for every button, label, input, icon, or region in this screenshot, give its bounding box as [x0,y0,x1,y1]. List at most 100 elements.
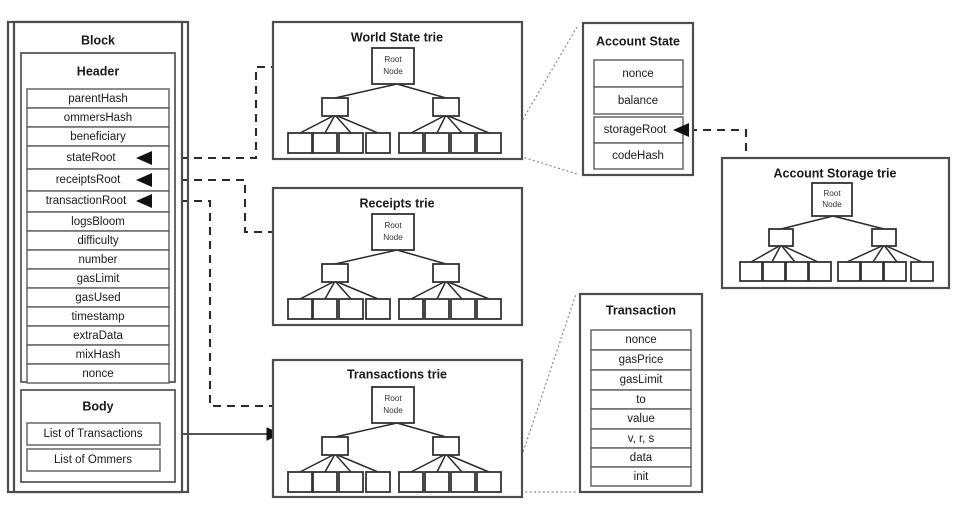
trie-branch-node[interactable] [321,263,349,283]
body-field-label: List of Transactions [43,428,142,440]
trie-branch-node[interactable] [432,436,460,456]
trie-leaf-node[interactable] [338,471,364,493]
account-state-field-label: codeHash [612,150,664,162]
header-field-label: receiptsRoot [56,174,121,186]
trie-leaf-node[interactable] [287,132,313,154]
world-state-trie-title: World State trie [351,30,443,44]
diagram-canvas: Block Header parentHash ommersHash benef… [0,0,960,514]
transaction-title: Transaction [606,303,676,317]
transaction: Transaction nonce gasPrice gasLimit to v… [578,292,704,494]
trie-root-node-label-line2: Node [383,67,403,76]
header-field-label: stateRoot [66,152,116,164]
trie-leaf-node[interactable] [883,261,907,282]
transactions-trie-title: Transactions trie [347,367,447,381]
trie-leaf-node[interactable] [365,298,391,320]
trie-leaf-node[interactable] [287,298,313,320]
transaction-field-label: data [630,452,653,464]
trie-leaf-node[interactable] [450,132,476,154]
trie-leaf-node[interactable] [312,132,338,154]
trie-leaf-node[interactable] [424,132,450,154]
trie-leaf-node[interactable] [450,471,476,493]
transaction-field-label: gasPrice [619,354,664,366]
account-state-field-label: storageRoot [604,124,667,136]
trie-root-node-label-line1: Root [384,394,402,403]
transaction-field-label: gasLimit [620,374,664,386]
header-field-label: difficulty [77,235,119,247]
body-field-label: List of Ommers [54,454,132,466]
trie-root-node-label-line2: Node [822,200,842,209]
trie-leaf-node[interactable] [424,471,450,493]
header-field-label: gasLimit [77,273,121,285]
trie-branch-node[interactable] [432,97,460,117]
header-field-label: logsBloom [71,216,125,228]
trie-root-node-label-line2: Node [383,233,403,242]
account-state-field-label: nonce [622,68,653,80]
trie-leaf-node[interactable] [476,298,502,320]
header-field-label: ommersHash [64,112,132,124]
header-field-label: nonce [82,368,113,380]
connector-worldstate-leaf-accountstate-bottom [515,154,578,175]
receipts-trie-title: Receipts trie [359,196,434,210]
header-field-label: extraData [73,330,123,342]
trie-branch-node[interactable] [871,228,897,247]
account-state: Account State nonce balance storageRoot … [581,21,695,177]
transaction-field-label: value [627,413,655,425]
trie-root-node-label-line2: Node [383,406,403,415]
trie-leaf-node[interactable] [476,132,502,154]
header-title: Header [77,64,120,78]
trie-leaf-node[interactable] [312,298,338,320]
trie-root-node-label-line1: Root [823,189,841,198]
header-field-label: number [79,254,118,266]
trie-leaf-node[interactable] [739,261,763,282]
trie-root-node-label-line1: Root [384,55,402,64]
transaction-field-label: init [634,471,650,483]
header-field-label: beneficiary [70,131,126,143]
trie-leaf-node[interactable] [365,132,391,154]
trie-root-node-label-line1: Root [384,221,402,230]
world-state-trie: World State trie Root Node [271,20,524,161]
transaction-field-label: to [636,394,646,406]
header-field-label: transactionRoot [46,195,127,207]
receipts-trie: Receipts trie Root Node [271,186,524,327]
trie-leaf-node[interactable] [398,298,424,320]
trie-branch-node[interactable] [432,263,460,283]
transaction-field-label: v, r, s [628,433,655,445]
trie-root-node[interactable] [371,386,415,424]
trie-leaf-node[interactable] [762,261,786,282]
trie-leaf-node[interactable] [450,298,476,320]
block-title: Block [81,33,115,47]
header-field-label: gasUsed [75,292,120,304]
trie-leaf-node[interactable] [365,471,391,493]
trie-leaf-node[interactable] [338,298,364,320]
trie-leaf-node[interactable] [312,471,338,493]
trie-leaf-node[interactable] [860,261,884,282]
block-container: Block Header parentHash ommersHash benef… [6,20,190,494]
trie-branch-node[interactable] [321,97,349,117]
body-title: Body [82,399,113,413]
trie-leaf-node[interactable] [808,261,832,282]
trie-leaf-node[interactable] [424,298,450,320]
header-field-label: timestamp [71,311,124,323]
transaction-field-label: nonce [625,334,656,346]
trie-leaf-node[interactable] [398,132,424,154]
trie-root-node[interactable] [371,213,415,251]
trie-leaf-node[interactable] [476,471,502,493]
trie-branch-node[interactable] [768,228,794,247]
header-field-label: parentHash [68,93,127,105]
account-state-title: Account State [596,34,680,48]
trie-leaf-node[interactable] [398,471,424,493]
transactions-trie: Transactions trie Root Node [271,358,524,499]
trie-leaf-node[interactable] [837,261,861,282]
account-state-field-label: balance [618,95,658,107]
trie-leaf-node[interactable] [338,132,364,154]
header-fields: parentHash ommersHash beneficiary stateR… [26,88,170,384]
trie-leaf-node[interactable] [287,471,313,493]
trie-branch-node[interactable] [321,436,349,456]
trie-root-node[interactable] [371,47,415,85]
account-storage-trie-title: Account Storage trie [774,166,897,180]
diagram-svg: Block Header parentHash ommersHash benef… [6,20,951,499]
trie-leaf-node[interactable] [785,261,809,282]
trie-leaf-node[interactable] [910,261,934,282]
connector-worldstate-leaf-accountstate-top [515,26,578,132]
header-field-label: mixHash [76,349,121,361]
